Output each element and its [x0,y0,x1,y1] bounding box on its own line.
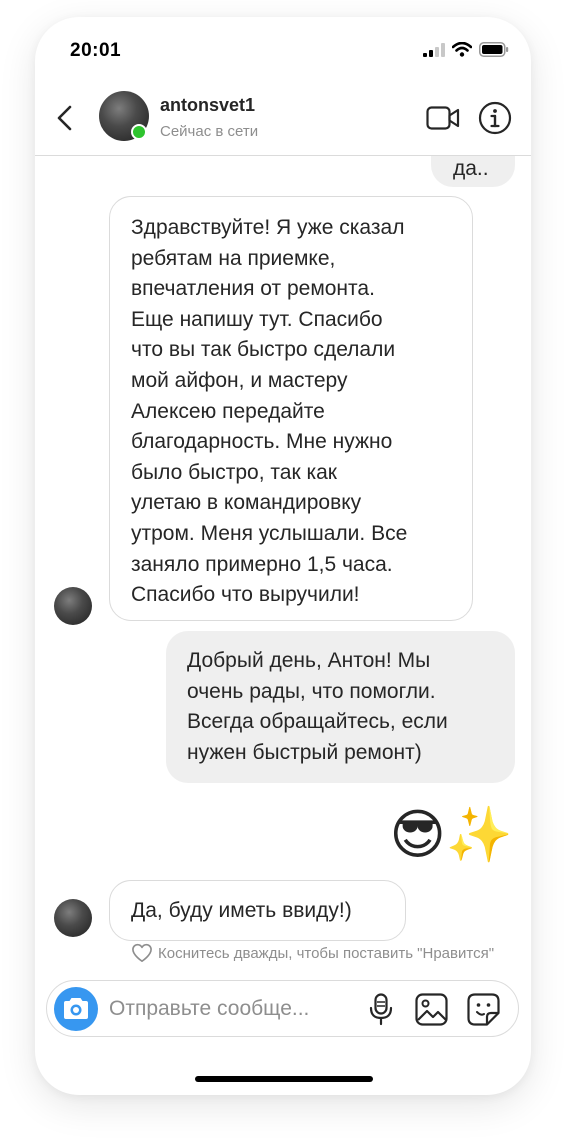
message-line: Всегда обращайтесь, если [187,710,448,734]
back-chevron-icon[interactable] [53,103,77,133]
message-line: что вы так быстро сделали [131,338,396,362]
message-line: Спасибо что выручили! [131,583,360,607]
signal-icon [423,42,445,57]
status-icons [423,42,509,57]
message-input[interactable] [109,994,349,1024]
presence-status: Сейчас в сети [160,123,259,140]
chat-header: antonsvet1 Сейчас в сети [35,81,531,156]
message-thread[interactable]: да.. Здравствуйте! Я уже сказал ребятам … [35,156,531,968]
message-bubble-partial[interactable]: да.. [431,156,515,187]
wifi-icon [452,42,472,57]
double-tap-like-hint: Коснитесь дважды, чтобы поставить "Нрави… [131,943,531,963]
status-time: 20:01 [70,40,122,61]
sticker-icon[interactable] [467,993,500,1026]
message-line: нужен быстрый ремонт) [187,740,422,764]
status-bar: 20:01 [35,17,531,81]
message-bubble-incoming[interactable]: Здравствуйте! Я уже сказал ребятам на пр… [109,196,473,621]
message-text: да.. [453,157,489,180]
message-line: Здравствуйте! Я уже сказал [131,216,405,239]
home-indicator[interactable] [195,1076,373,1082]
message-line: утром. Меня услышали. Все [131,521,408,545]
message-line: Алексею передайте [131,399,325,423]
message-line: мой айфон, и мастеру [131,368,348,392]
message-line: улетаю в командировку [131,491,362,515]
online-status-dot [131,124,147,140]
message-text: Да, буду иметь ввиду!) [131,899,352,922]
info-icon[interactable] [478,101,512,135]
video-call-icon[interactable] [426,105,460,131]
heart-icon [132,943,152,962]
message-bubble-incoming[interactable]: Да, буду иметь ввиду!) [109,880,406,941]
camera-icon [64,998,88,1019]
contact-username[interactable]: antonsvet1 [160,95,255,116]
message-line: очень рады, что помогли. [187,679,436,703]
message-bubble-outgoing[interactable]: Добрый день, Антон! Мы очень рады, что п… [166,631,515,783]
phone-screen: 20:01 antonsvet1 Сейчас в сети да.. Здра… [35,17,531,1095]
message-line: заняло примерно 1,5 часа. [131,552,393,576]
hint-text: Коснитесь дважды, чтобы поставить "Нрави… [158,944,495,962]
sender-avatar[interactable] [54,587,92,625]
message-line: Еще напишу тут. Спасибо [131,307,383,331]
message-line: впечатления от ремонта. [131,277,375,301]
message-line: Добрый день, Антон! Мы [187,649,431,672]
emoji-message[interactable]: 😎✨ [363,798,513,872]
sender-avatar[interactable] [54,899,92,937]
gallery-icon[interactable] [415,993,448,1026]
message-line: ребятам на приемке, [131,246,336,270]
camera-button[interactable] [54,987,98,1031]
message-line: было быстро, так как [131,460,337,484]
message-composer [46,980,519,1037]
microphone-icon[interactable] [367,993,395,1026]
battery-icon [479,42,509,57]
message-line: благодарность. Мне нужно [131,430,393,454]
